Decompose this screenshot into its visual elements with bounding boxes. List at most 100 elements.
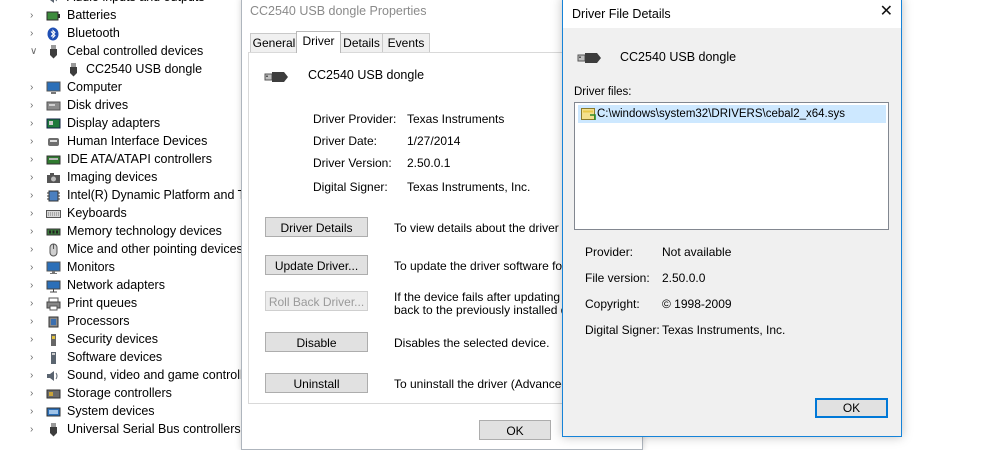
chevron-right-icon[interactable]: › — [30, 407, 40, 417]
chevron-right-icon[interactable]: › — [30, 227, 40, 237]
usb-controller-icon — [46, 423, 61, 437]
driver-details-button[interactable]: Driver Details — [265, 217, 368, 237]
tree-item-label: Cebal controlled devices — [67, 44, 204, 58]
computer-icon — [46, 81, 61, 95]
chevron-right-icon[interactable]: › — [30, 281, 40, 291]
tree-item-label: Monitors — [67, 260, 115, 274]
tab-general[interactable]: General — [250, 33, 298, 52]
chevron-down-icon[interactable]: ∨ — [30, 47, 40, 57]
tree-category[interactable]: › Monitors — [0, 259, 245, 277]
tree-category[interactable]: › Bluetooth — [0, 25, 245, 43]
tab-driver[interactable]: Driver — [296, 31, 341, 53]
usb-plug-icon — [46, 45, 61, 59]
tree-category[interactable]: › Batteries — [0, 7, 245, 25]
ide-controller-icon — [46, 153, 61, 167]
tree-item-label: Display adapters — [67, 116, 161, 130]
details-signer-label: Digital Signer: — [585, 323, 660, 337]
driver-version-value: 2.50.0.1 — [407, 156, 451, 170]
chevron-right-icon[interactable]: › — [30, 11, 40, 21]
tab-details[interactable]: Details — [339, 33, 384, 52]
details-device-name: CC2540 USB dongle — [620, 50, 737, 64]
tree-category[interactable]: › Security devices — [0, 331, 245, 349]
roll-back-driver-button[interactable]: Roll Back Driver... — [265, 291, 368, 311]
tree-item-label: Software devices — [67, 350, 163, 364]
printer-icon — [46, 297, 61, 311]
chevron-right-icon[interactable]: › — [30, 425, 40, 435]
tree-item-label: Imaging devices — [67, 170, 158, 184]
chevron-right-icon[interactable]: › — [30, 119, 40, 129]
tab-events[interactable]: Events — [382, 33, 430, 52]
uninstall-description: To uninstall the driver (Advanced). — [394, 378, 574, 391]
chevron-right-icon[interactable]: › — [30, 29, 40, 39]
chevron-right-icon[interactable]: › — [30, 83, 40, 93]
tree-item-label: Human Interface Devices — [67, 134, 208, 148]
chevron-right-icon[interactable]: › — [30, 155, 40, 165]
chevron-right-icon[interactable]: › — [30, 245, 40, 255]
driver-files-label: Driver files: — [574, 86, 632, 98]
tree-category[interactable]: › Imaging devices — [0, 169, 245, 187]
tree-category[interactable]: › Intel(R) Dynamic Platform and Th — [0, 187, 252, 205]
tree-category[interactable]: › Processors — [0, 313, 245, 331]
speaker-icon — [46, 369, 61, 383]
usb-plug-icon — [66, 63, 81, 77]
monitor-icon — [46, 261, 61, 275]
chevron-right-icon[interactable]: › — [30, 371, 40, 381]
tree-item-label: Storage controllers — [67, 386, 172, 400]
properties-ok-button[interactable]: OK — [479, 420, 551, 440]
close-icon[interactable]: ✕ — [880, 4, 893, 20]
tree-category[interactable]: › Keyboards — [0, 205, 245, 223]
tree-category[interactable]: › Universal Serial Bus controllers — [0, 421, 245, 439]
chevron-right-icon[interactable]: › — [30, 335, 40, 345]
chevron-right-icon[interactable]: › — [30, 353, 40, 363]
display-adapter-icon — [46, 117, 61, 131]
tree-category[interactable]: › Network adapters — [0, 277, 245, 295]
list-item[interactable]: C:\windows\system32\DRIVERS\cebal2_x64.s… — [578, 105, 886, 123]
chevron-right-icon[interactable]: › — [30, 173, 40, 183]
security-device-icon — [46, 333, 61, 347]
tree-category[interactable]: › Mice and other pointing devices — [0, 241, 245, 259]
tree-child-item[interactable]: CC2540 USB dongle — [0, 61, 245, 79]
chevron-right-icon[interactable]: › — [30, 209, 40, 219]
tree-category[interactable]: › Storage controllers — [0, 385, 245, 403]
tree-category[interactable]: › Audio inputs and outputs — [0, 0, 245, 7]
tree-category[interactable]: › Display adapters — [0, 115, 245, 133]
tree-category[interactable]: › Memory technology devices — [0, 223, 245, 241]
battery-icon — [46, 9, 61, 23]
tree-category[interactable]: › IDE ATA/ATAPI controllers — [0, 151, 245, 169]
tree-category[interactable]: › Disk drives — [0, 97, 245, 115]
copyright-value: © 1998-2009 — [662, 297, 732, 311]
hid-icon — [46, 135, 61, 149]
chevron-right-icon[interactable]: › — [30, 299, 40, 309]
network-adapter-icon — [46, 279, 61, 293]
provider-value: Not available — [662, 245, 732, 259]
device-name: CC2540 USB dongle — [308, 68, 425, 82]
driver-files-list[interactable]: C:\windows\system32\DRIVERS\cebal2_x64.s… — [574, 102, 889, 230]
chevron-right-icon[interactable]: › — [30, 389, 40, 399]
driver-file-icon — [581, 107, 597, 127]
driver-file-details-dialog: Driver File Details ✕ CC2540 USB dongle … — [562, 0, 902, 437]
device-tree: › Audio inputs and outputs › Batteries › Blue… — [0, 0, 252, 449]
tree-category[interactable]: › System devices — [0, 403, 245, 421]
update-driver-button[interactable]: Update Driver... — [265, 255, 368, 275]
driver-file-path: C:\windows\system32\DRIVERS\cebal2_x64.s… — [597, 108, 845, 120]
tree-category[interactable]: › Software devices — [0, 349, 245, 367]
details-ok-button[interactable]: OK — [815, 398, 888, 418]
tree-category[interactable]: › Sound, video and game controlle — [0, 367, 250, 385]
chevron-right-icon[interactable]: › — [30, 0, 40, 3]
disable-button[interactable]: Disable — [265, 332, 368, 352]
tree-item-label: Computer — [67, 80, 122, 94]
usb-plug-icon — [264, 67, 290, 90]
tree-category[interactable]: › Computer — [0, 79, 245, 97]
provider-label: Provider: — [585, 245, 634, 259]
chevron-right-icon[interactable]: › — [30, 263, 40, 273]
properties-title: CC2540 USB dongle Properties — [250, 4, 427, 18]
tree-category[interactable]: › Human Interface Devices — [0, 133, 245, 151]
tree-category[interactable]: › Print queues — [0, 295, 245, 313]
disk-drive-icon — [46, 99, 61, 113]
chevron-right-icon[interactable]: › — [30, 317, 40, 327]
chevron-right-icon[interactable]: › — [30, 191, 40, 201]
chevron-right-icon[interactable]: › — [30, 137, 40, 147]
uninstall-button[interactable]: Uninstall — [265, 373, 368, 393]
tree-category[interactable]: ∨ Cebal controlled devices — [0, 43, 245, 61]
chevron-right-icon[interactable]: › — [30, 101, 40, 111]
